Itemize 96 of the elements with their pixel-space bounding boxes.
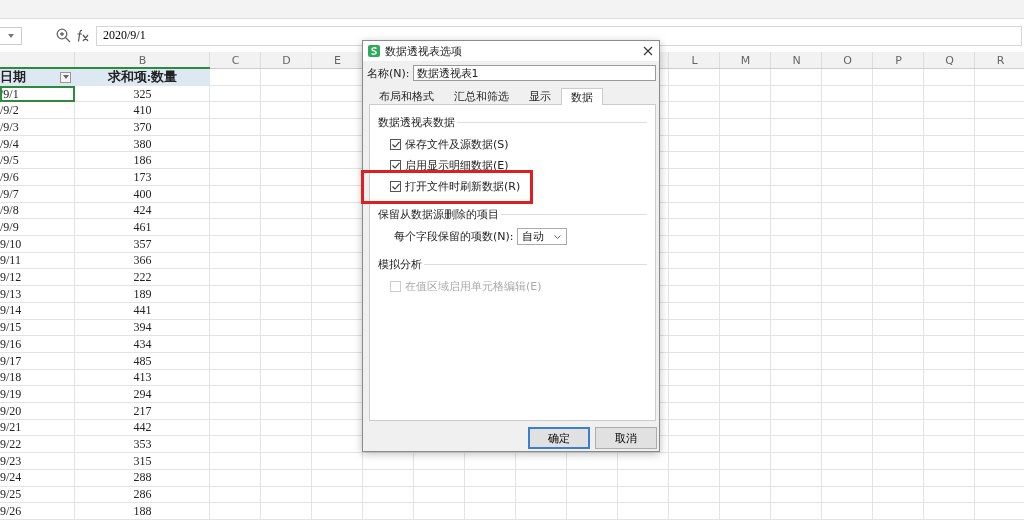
caret-icon [7,33,14,38]
quantity-cell-text: 288 [132,469,153,487]
date-cell[interactable]: /9/3 [0,119,75,136]
spreadsheet-app-icon [368,45,380,57]
group-title: 数据透视表数据 [378,115,455,130]
date-cell[interactable]: 9/12 [0,269,75,286]
date-cell[interactable]: 9/24 [0,469,75,487]
date-cell[interactable]: 9/22 [0,436,75,453]
date-cell[interactable]: 9/17 [0,352,75,370]
tab[interactable]: 汇总和筛选 [444,87,519,104]
date-cell[interactable]: /9/7 [0,185,75,203]
tab[interactable]: 显示 [519,87,561,104]
date-cell[interactable]: 9/26 [0,502,75,520]
check-icon [391,141,400,148]
date-cell[interactable]: 9/13 [0,285,75,303]
checkbox-label[interactable]: 启用显示明细数据(E) [405,158,509,173]
date-cell[interactable]: /9/2 [0,102,75,120]
column-header[interactable]: B [75,52,210,69]
close-icon[interactable] [643,46,653,56]
name-box[interactable] [0,26,22,45]
quantity-cell-text: 217 [132,402,153,420]
date-cell[interactable]: 9/23 [0,452,75,470]
quantity-cell-text: 410 [132,102,153,120]
quantity-cell-text: 286 [132,486,153,503]
dialog-button[interactable]: 确定 [528,427,590,449]
date-cell[interactable]: 9/21 [0,419,75,437]
date-cell[interactable]: 9/14 [0,302,75,320]
quantity-cell-text: 442 [132,419,153,437]
caret-icon [62,75,69,80]
header-label: 日期 [0,68,26,87]
quantity-cell-text: 366 [132,252,153,270]
quantity-cell-text: 394 [132,319,153,336]
date-cell[interactable]: /9/5 [0,152,75,170]
quantity-cell-text: 353 [132,436,153,453]
quantity-cell-text: 424 [132,202,153,220]
tab[interactable]: 布局和格式 [369,87,444,104]
tab[interactable]: 数据 [561,88,603,105]
checkbox-label[interactable]: 保存文件及源数据(S) [405,137,509,152]
check-icon [391,162,400,169]
quantity-cell-text: 441 [132,302,153,320]
date-cell[interactable]: 9/11 [0,252,75,270]
date-cell[interactable]: 9/15 [0,319,75,336]
quantity-cell-text: 370 [132,119,153,136]
checkbox[interactable] [390,139,401,150]
quantity-cell-text: 188 [132,502,153,520]
quantity-cell-text: 294 [132,386,153,403]
column-header[interactable]: L [669,52,720,69]
quantity-cell-text: 325 [132,85,153,103]
quantity-cell-text: 315 [132,452,153,470]
name-label: 名称(N): [367,65,410,81]
date-cell[interactable]: 9/19 [0,386,75,403]
column-header[interactable]: P [873,52,924,69]
header-cell: 求和项:数量 [75,69,210,86]
filter-button[interactable] [60,71,71,83]
column-header[interactable]: M [720,52,771,69]
dialog-button[interactable]: 取消 [595,427,657,449]
dialog-title: 数据透视表选项 [385,43,463,59]
column-header[interactable]: C [210,52,261,69]
quantity-cell-text: 380 [132,135,153,153]
quantity-cell-text: 189 [132,285,153,303]
checkbox[interactable] [390,181,401,192]
zoom-icon[interactable] [56,28,71,43]
column-header[interactable]: R [975,52,1024,69]
group-title: 保留从数据源删除的项目 [378,207,499,222]
column-header[interactable]: O [822,52,873,69]
date-cell[interactable]: 9/25 [0,486,75,503]
date-cell[interactable]: 9/10 [0,235,75,253]
quantity-cell-text: 357 [132,235,153,253]
column-header[interactable]: D [261,52,312,69]
column-header[interactable]: Q [924,52,975,69]
date-cell[interactable]: /9/8 [0,202,75,220]
checkbox-label[interactable]: 打开文件时刷新数据(R) [405,179,521,194]
quantity-cell-text: 485 [132,352,153,370]
check-icon [391,183,400,190]
date-cell[interactable]: /9/6 [0,169,75,186]
quantity-cell-text: 222 [132,269,153,286]
name-input[interactable]: 数据透视表1 [412,65,656,81]
checkbox[interactable] [390,160,401,171]
column-header[interactable]: N [771,52,822,69]
date-cell[interactable]: /9/9 [0,219,75,236]
quantity-cell-text: 413 [132,369,153,387]
quantity-cell-text: 186 [132,152,153,170]
column-header[interactable]: E [312,52,363,69]
quantity-cell-text: 173 [132,169,153,186]
field-label: 每个字段保留的项数(N): [394,229,514,244]
quantity-cell-text: 400 [132,185,153,203]
date-cell[interactable]: 9/16 [0,336,75,353]
group-title: 模拟分析 [378,257,422,272]
dropdown[interactable]: 自动 [516,228,567,245]
date-cell[interactable]: 9/18 [0,369,75,387]
date-cell[interactable]: /9/4 [0,135,75,153]
date-cell[interactable]: 9/20 [0,402,75,420]
function-icon[interactable] [76,28,90,43]
quantity-cell-text: 434 [132,336,153,353]
quantity-cell-text: 461 [132,219,153,236]
chevron-down-icon [553,234,561,239]
